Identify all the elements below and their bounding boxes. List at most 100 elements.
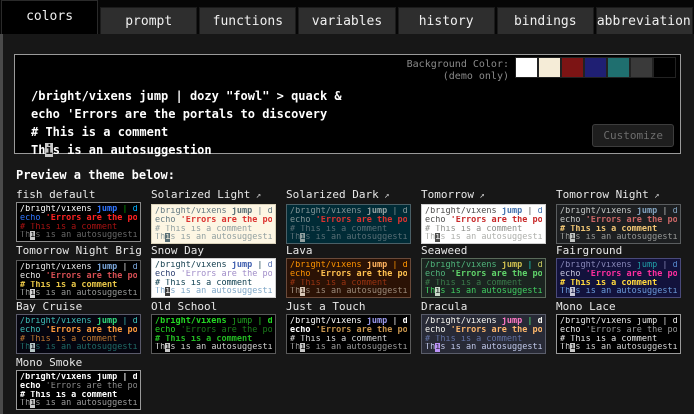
theme-preview-box[interactable]: /bright/vixens jump | dozy "fowl"echo 'E…	[16, 370, 141, 410]
theme-sample-line: echo 'Errors are the portals	[290, 270, 407, 279]
theme-segment-param: dozy	[673, 317, 677, 326]
theme-preview-box[interactable]: /bright/vixens jump | dozy "fowl"echo 'E…	[421, 204, 546, 244]
theme-sample-line: This is an autosuggestion	[290, 287, 407, 296]
background-swatch-2[interactable]	[561, 57, 584, 78]
theme-card: Seaweed/bright/vixens jump | dozy "fowl"…	[421, 244, 546, 297]
theme-name[interactable]: Tomorrow ↗	[421, 188, 546, 203]
theme-segment-normal: /bright/vixens	[290, 261, 367, 270]
theme-sample-line: /bright/vixens jump | dozy "fowl"	[155, 317, 272, 326]
theme-sample-line: echo 'Errors are the portals	[20, 214, 137, 223]
background-swatch-0[interactable]	[515, 57, 538, 78]
background-swatch-1[interactable]	[538, 57, 561, 78]
theme-sample-line: # This is a comment	[290, 279, 407, 288]
theme-segment-echo: echo	[155, 270, 181, 279]
theme-name[interactable]: Solarized Dark ↗	[286, 188, 411, 203]
theme-preview-box[interactable]: /bright/vixens jump | dozy "fowl"echo 'E…	[556, 204, 681, 244]
theme-preview-box[interactable]: /bright/vixens jump | dozy "fowl"echo 'E…	[151, 258, 276, 298]
theme-card: Solarized Dark ↗/bright/vixens jump | do…	[286, 188, 411, 241]
theme-name[interactable]: Old School	[151, 300, 276, 313]
theme-name[interactable]: Tomorrow Night Bright ↗	[16, 244, 141, 259]
tab-history[interactable]: history	[398, 7, 495, 34]
theme-sample-line: /bright/vixens jump | dozy "fowl"	[290, 317, 407, 326]
theme-segment-autosuggestion: s is an autosuggestion	[575, 233, 677, 242]
theme-name[interactable]: Mono Smoke	[16, 356, 141, 369]
theme-segment-param: dozy	[268, 207, 272, 216]
theme-segment-param: dozy	[403, 207, 407, 216]
theme-segment-error: 'Errors are the portals	[586, 326, 677, 335]
customize-button[interactable]: Customize	[592, 124, 674, 147]
theme-segment-end: |	[252, 207, 267, 216]
theme-preview-box[interactable]: /bright/vixens jump | dozy "fowl"echo 'E…	[151, 204, 276, 244]
theme-preview-box[interactable]: /bright/vixens jump | dozy "fowl"echo 'E…	[556, 258, 681, 298]
theme-preview-box[interactable]: /bright/vixens jump | dozy "fowl"echo 'E…	[286, 258, 411, 298]
tab-bindings[interactable]: bindings	[497, 7, 594, 34]
external-link-icon[interactable]: ↗	[250, 191, 261, 201]
theme-sample-line: echo 'Errors are the portals	[560, 270, 677, 279]
theme-name[interactable]: Bay Cruise	[16, 300, 141, 313]
theme-segment-param: dozy	[268, 261, 272, 270]
theme-sample-line: /bright/vixens jump | dozy "fowl"	[425, 207, 542, 216]
theme-segment-autosuggestion: Th	[20, 231, 30, 240]
background-swatch-4[interactable]	[607, 57, 630, 78]
theme-name[interactable]: Solarized Light ↗	[151, 188, 276, 203]
theme-segment-comment: # This is a comment	[425, 279, 522, 288]
theme-name[interactable]: Just a Touch	[286, 300, 411, 313]
theme-segment-autosuggestion: Th	[20, 343, 30, 352]
theme-preview-box[interactable]: /bright/vixens jump | dozy "fowl"echo 'E…	[151, 314, 276, 354]
theme-name[interactable]: Tomorrow Night ↗	[556, 188, 681, 203]
tab-abbreviations[interactable]: abbreviations	[596, 7, 693, 34]
theme-preview-box[interactable]: /bright/vixens jump | dozy "fowl"echo 'E…	[16, 202, 141, 242]
theme-segment-error: 'Errors are the portals	[316, 270, 407, 279]
theme-segment-normal: /bright/vixens	[425, 261, 502, 270]
external-link-icon[interactable]: ↗	[649, 191, 660, 201]
theme-segment-normal: /bright/vixens	[560, 317, 637, 326]
tab-colors[interactable]: colors	[1, 0, 98, 34]
theme-preview-box[interactable]: /bright/vixens jump | dozy "fowl"echo 'E…	[421, 258, 546, 298]
theme-preview-box[interactable]: /bright/vixens jump | dozy "fowl"echo 'E…	[16, 314, 141, 354]
theme-grid: fish default/bright/vixens jump | dozy "…	[16, 188, 681, 409]
theme-sample-line: /bright/vixens jump | dozy "fowl"	[425, 261, 542, 270]
theme-name[interactable]: Mono Lace	[556, 300, 681, 313]
colors-panel: Background Color: (demo only) /bright/vi…	[0, 34, 694, 414]
background-swatch-3[interactable]	[584, 57, 607, 78]
theme-segment-comment: # This is a comment	[155, 225, 252, 234]
theme-name[interactable]: Lava	[286, 244, 411, 257]
tab-functions[interactable]: functions	[199, 7, 296, 34]
theme-preview-box[interactable]: /bright/vixens jump | dozy "fowl"echo 'E…	[286, 204, 411, 244]
theme-segment-normal: /bright/vixens	[20, 373, 97, 382]
theme-segment-command: jump	[232, 317, 252, 326]
external-link-icon[interactable]: ↗	[474, 191, 485, 201]
background-swatch-6[interactable]	[653, 57, 676, 78]
theme-sample-line: This is an autosuggestion	[290, 343, 407, 352]
theme-name[interactable]: Snow Day	[151, 244, 276, 257]
theme-segment-param: dozy	[538, 261, 542, 270]
theme-name[interactable]: Fairground	[556, 244, 681, 257]
theme-segment-autosuggestion: s is an autosuggestion	[305, 287, 407, 296]
theme-segment-autosuggestion: Th	[425, 287, 435, 296]
theme-segment-autosuggestion: Th	[290, 233, 300, 242]
theme-segment-error: 'Errors are the portals	[46, 272, 137, 281]
theme-segment-comment: # This is a comment	[155, 279, 252, 288]
theme-name[interactable]: fish default	[16, 188, 141, 201]
tab-prompt[interactable]: prompt	[100, 7, 197, 34]
theme-preview-box[interactable]: /bright/vixens jump | dozy "fowl"echo 'E…	[556, 314, 681, 354]
theme-preview-box[interactable]: /bright/vixens jump | dozy "fowl"echo 'E…	[421, 314, 546, 354]
theme-segment-comment: # This is a comment	[290, 279, 387, 288]
background-swatch-5[interactable]	[630, 57, 653, 78]
theme-preview-box[interactable]: /bright/vixens jump | dozy "fowl"echo 'E…	[16, 260, 141, 300]
theme-name[interactable]: Seaweed	[421, 244, 546, 257]
theme-segment-param: dozy	[403, 261, 407, 270]
theme-sample-line: /bright/vixens jump | dozy "fowl"	[20, 373, 137, 382]
theme-segment-error: 'Errors are the portals	[586, 216, 677, 225]
background-color-label-line2: (demo only)	[407, 71, 509, 83]
theme-segment-end: |	[522, 317, 537, 326]
tab-variables[interactable]: variables	[298, 7, 395, 34]
theme-segment-autosuggestion: Th	[560, 287, 570, 296]
theme-sample-line: # This is a comment	[425, 335, 542, 344]
external-link-icon[interactable]: ↗	[379, 191, 390, 201]
theme-preview-box[interactable]: /bright/vixens jump | dozy "fowl"echo 'E…	[286, 314, 411, 354]
theme-segment-error: 'Errors are the portals	[181, 216, 272, 225]
theme-segment-error: 'Errors are the portals	[316, 326, 407, 335]
theme-sample-line: echo 'Errors are the portals	[20, 272, 137, 281]
theme-name[interactable]: Dracula	[421, 300, 546, 313]
